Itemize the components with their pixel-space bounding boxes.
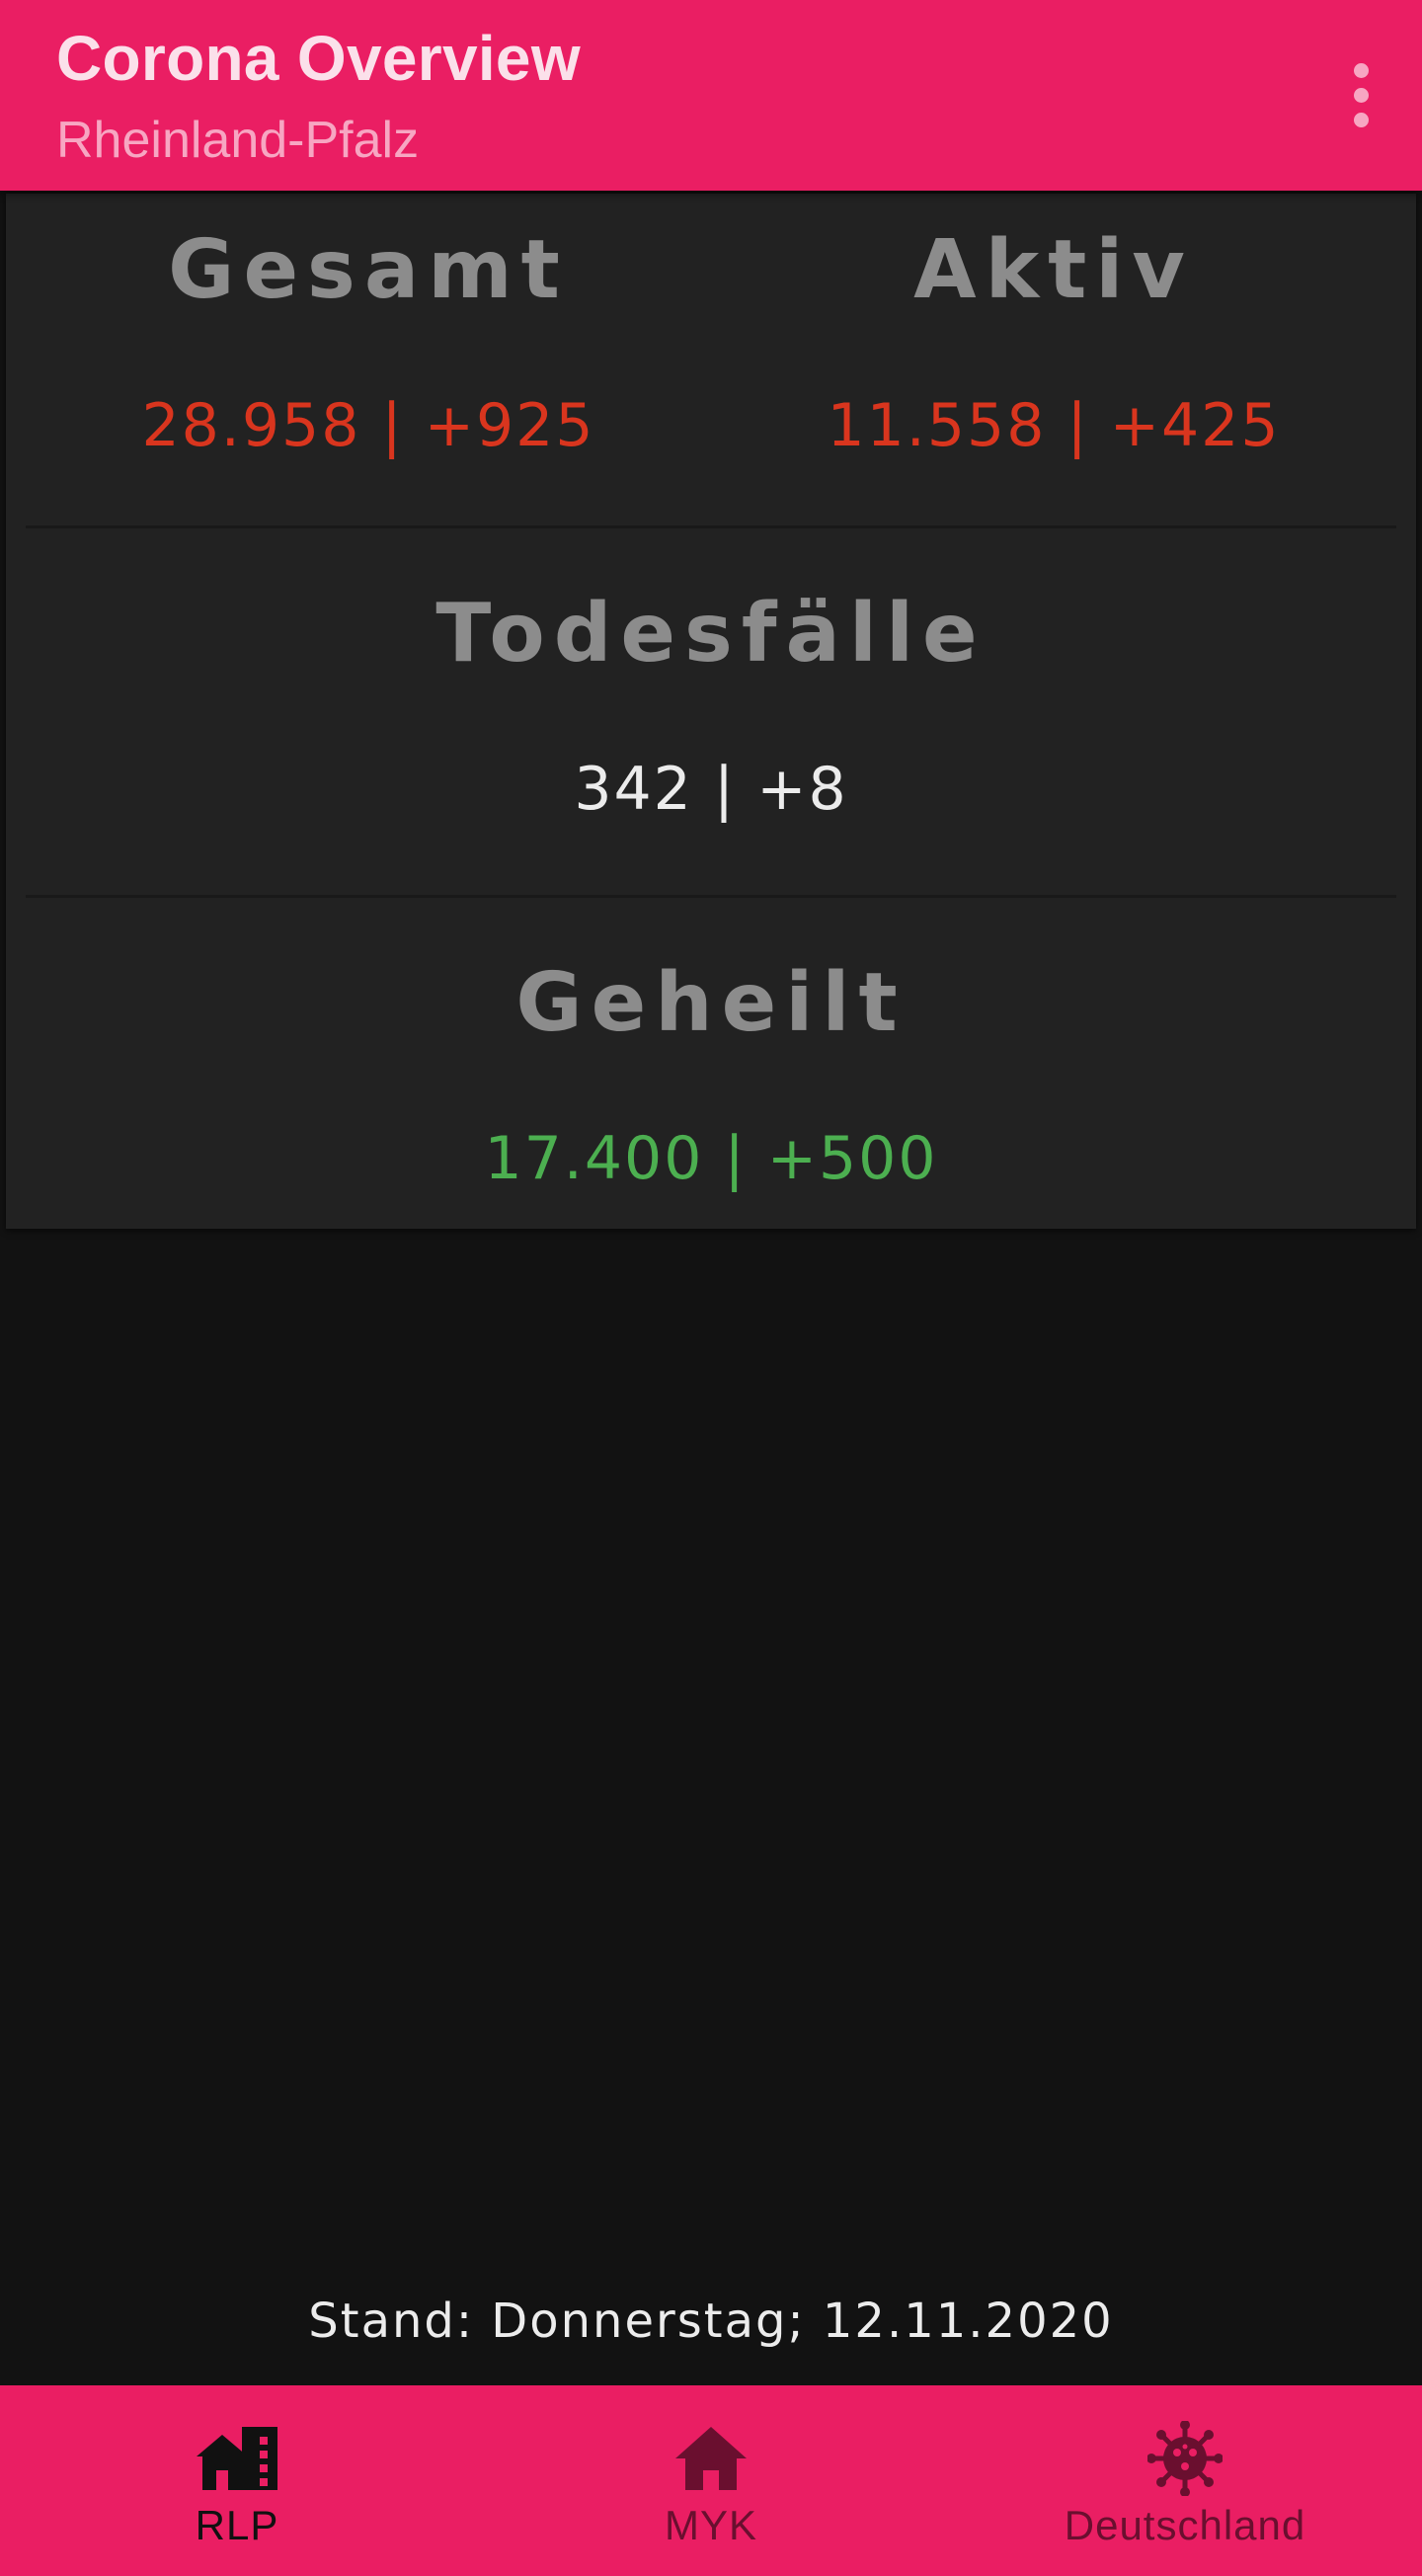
divider	[26, 895, 1396, 898]
virus-icon	[1141, 2421, 1229, 2496]
stat-geheilt-label: Geheilt	[515, 956, 907, 1050]
nav-item-rlp-label: RLP	[195, 2502, 279, 2548]
stat-aktiv-label: Aktiv	[913, 223, 1194, 317]
stat-todesfaelle-label: Todesfälle	[435, 587, 987, 681]
more-vert-icon-dot	[1353, 112, 1369, 127]
nav-item-myk[interactable]: MYK	[474, 2385, 948, 2576]
nav-item-rlp[interactable]: RLP	[0, 2385, 474, 2576]
more-vert-icon	[1353, 62, 1369, 78]
overflow-menu-button[interactable]	[1321, 45, 1400, 144]
more-vert-icon-dot	[1353, 87, 1369, 103]
stats-row-totals: Gesamt 28.958 | +925 Aktiv 11.558 | +425	[26, 194, 1396, 525]
stats-card: Gesamt 28.958 | +925 Aktiv 11.558 | +425…	[6, 194, 1416, 1229]
app-title: Corona Overview	[56, 23, 581, 94]
city-icon	[193, 2421, 281, 2496]
last-updated-text: Stand: Donnerstag; 12.11.2020	[308, 2294, 1114, 2349]
nav-item-deutschland-label: Deutschland	[1064, 2502, 1306, 2548]
nav-item-deutschland[interactable]: Deutschland	[948, 2385, 1422, 2576]
nav-item-myk-label: MYK	[664, 2502, 757, 2548]
stat-gesamt-label: Gesamt	[168, 223, 569, 317]
app-subtitle: Rheinland-Pfalz	[56, 112, 420, 169]
stats-row-deaths: Todesfälle 342 | +8	[26, 529, 1396, 895]
app-root: Corona Overview Rheinland-Pfalz Gesamt 2…	[0, 0, 1422, 2576]
divider	[26, 525, 1396, 528]
home-icon	[667, 2421, 755, 2496]
app-bar: Corona Overview Rheinland-Pfalz	[0, 0, 1422, 191]
stat-todesfaelle-value: 342 | +8	[574, 755, 848, 824]
stat-gesamt-value: 28.958 | +925	[141, 391, 595, 460]
stats-row-recovered: Geheilt 17.400 | +500	[26, 899, 1396, 1229]
stat-aktiv-value: 11.558 | +425	[827, 391, 1281, 460]
bottom-navigation: RLP MYK Deutschland	[0, 2385, 1422, 2576]
stat-geheilt-value: 17.400 | +500	[484, 1124, 938, 1193]
